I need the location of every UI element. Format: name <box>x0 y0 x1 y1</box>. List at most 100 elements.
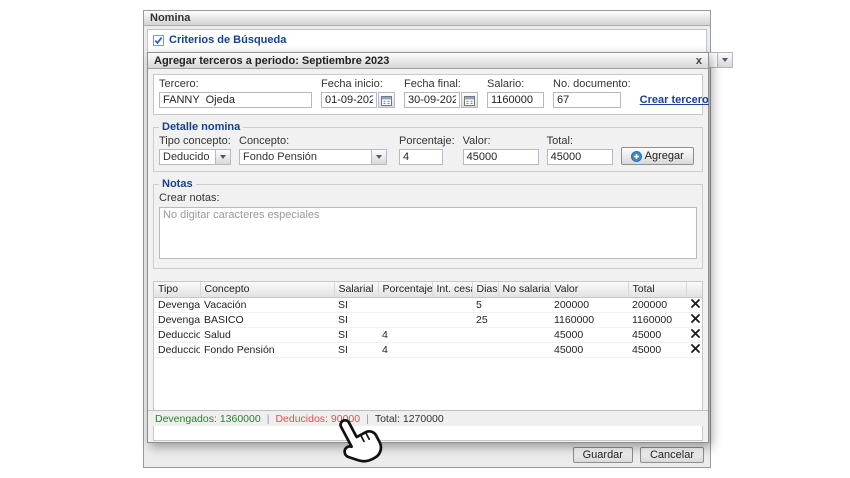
salario-input[interactable] <box>487 92 544 108</box>
agregar-button[interactable]: Agregar <box>621 147 694 165</box>
table-cell <box>378 297 432 312</box>
table-cell: 5 <box>472 297 498 312</box>
modal-title-bar: Agregar terceros a periodo: Septiembre 2… <box>148 53 708 69</box>
table-cell: SI <box>334 312 378 327</box>
table-cell: 200000 <box>628 297 686 312</box>
table-cell: Salud <box>200 327 334 342</box>
concepto-label: Concepto: <box>239 135 387 147</box>
table-cell: Vacación <box>200 297 334 312</box>
agregar-terceros-modal: Agregar terceros a periodo: Septiembre 2… <box>147 52 709 443</box>
crear-tercero-link[interactable]: Crear tercero <box>640 94 709 106</box>
notas-textarea[interactable] <box>159 207 697 259</box>
guardar-button[interactable]: Guardar <box>573 447 633 463</box>
column-header[interactable]: Total <box>628 282 686 297</box>
column-header[interactable]: Porcentaje <box>378 282 432 297</box>
table-cell: SI <box>334 297 378 312</box>
table-cell <box>432 297 472 312</box>
close-icon[interactable]: x <box>696 56 702 66</box>
detalle-row: Tipo concepto: Deducido Concepto: Fondo … <box>159 135 697 165</box>
tipo-concepto-value: Deducido <box>160 150 215 164</box>
table-cell <box>432 342 472 357</box>
table-cell: 4 <box>378 342 432 357</box>
add-icon <box>631 151 642 162</box>
fecha-inicio-input[interactable] <box>321 92 377 108</box>
tipo-concepto-select[interactable]: Deducido <box>159 149 231 165</box>
table-cell: 25 <box>472 312 498 327</box>
documento-field: No. documento: <box>553 78 631 108</box>
window-footer: Guardar Cancelar <box>573 447 704 463</box>
column-header[interactable]: Int. cesanti... <box>432 282 472 297</box>
column-header[interactable]: Salarial <box>334 282 378 297</box>
chevron-down-icon[interactable] <box>215 150 230 164</box>
delete-column-header <box>686 282 703 297</box>
delete-row-icon[interactable] <box>691 329 700 340</box>
fecha-final-input[interactable] <box>404 92 460 108</box>
table-cell: SI <box>334 342 378 357</box>
calendar-icon[interactable] <box>378 92 395 108</box>
table-cell: SI <box>334 327 378 342</box>
window-title-bar: Nomina <box>144 11 710 26</box>
page: Nomina Criterios de Búsqueda Sucursal:Pe… <box>0 0 850 478</box>
delete-row-icon[interactable] <box>691 314 700 325</box>
cancelar-button[interactable]: Cancelar <box>640 447 704 463</box>
valor-label: Valor: <box>463 135 539 147</box>
notas-fieldset: Notas Crear notas: <box>153 178 703 269</box>
table-cell <box>472 327 498 342</box>
table-cell <box>432 312 472 327</box>
column-header[interactable]: Dias <box>472 282 498 297</box>
notas-title: Notas <box>159 178 196 190</box>
table-cell: 4 <box>378 327 432 342</box>
concepto-field: Concepto: Fondo Pensión <box>239 135 387 165</box>
table-cell <box>498 342 550 357</box>
table-row[interactable]: DevengadoVacaciónSI 5 200000200000 <box>154 297 703 312</box>
table-cell: Devengado <box>154 312 200 327</box>
separator: | <box>267 413 270 425</box>
criterios-checkbox[interactable] <box>153 35 164 46</box>
column-header[interactable]: No salarial <box>498 282 550 297</box>
porcentaje-input[interactable] <box>399 149 443 165</box>
calendar-icon[interactable] <box>461 92 478 108</box>
criterios-title: Criterios de Búsqueda <box>169 34 286 46</box>
table-cell: 200000 <box>550 297 628 312</box>
summary-total: Total: 1270000 <box>375 413 444 425</box>
detalle-title: Detalle nomina <box>159 121 243 133</box>
table-cell <box>498 312 550 327</box>
grid-header-row: TipoConceptoSalarialPorcentajeInt. cesan… <box>154 282 703 297</box>
table-cell <box>498 327 550 342</box>
delete-row-icon[interactable] <box>691 299 700 310</box>
fecha-final-field: Fecha final: <box>404 78 478 108</box>
concepto-select[interactable]: Fondo Pensión <box>239 149 387 165</box>
chevron-down-icon[interactable] <box>717 53 732 67</box>
summary-bar: Devengados: 1360000 | Deducidos: 90000 |… <box>148 410 708 426</box>
fecha-inicio-field: Fecha inicio: <box>321 78 395 108</box>
tercero-input[interactable] <box>159 92 312 108</box>
table-row[interactable]: DeduccionSaludSI44500045000 <box>154 327 703 342</box>
tipo-concepto-label: Tipo concepto: <box>159 135 231 147</box>
table-cell <box>472 342 498 357</box>
table-row[interactable]: DeduccionFondo PensiónSI44500045000 <box>154 342 703 357</box>
valor-input[interactable] <box>463 149 539 165</box>
documento-input[interactable] <box>553 92 621 108</box>
documento-label: No. documento: <box>553 78 631 90</box>
tercero-field: Tercero: <box>159 78 312 108</box>
column-header[interactable]: Tipo <box>154 282 200 297</box>
total-field: Total: <box>547 135 613 165</box>
detalle-fieldset: Detalle nomina Tipo concepto: Deducido C… <box>153 121 703 172</box>
column-header[interactable]: Concepto <box>200 282 334 297</box>
table-cell <box>498 297 550 312</box>
table-cell: BASICO <box>200 312 334 327</box>
total-input[interactable] <box>547 149 613 165</box>
table-row[interactable]: DevengadoBASICOSI2511600001160000 <box>154 312 703 327</box>
table-cell: Devengado <box>154 297 200 312</box>
check-icon <box>154 36 163 45</box>
table-cell: 45000 <box>628 327 686 342</box>
table-cell: Fondo Pensión <box>200 342 334 357</box>
porcentaje-label: Porcentaje: <box>399 135 455 147</box>
salario-field: Salario: <box>487 78 544 108</box>
chevron-down-icon[interactable] <box>371 150 386 164</box>
delete-row-icon[interactable] <box>691 344 700 355</box>
table-cell: Deduccion <box>154 342 200 357</box>
fecha-inicio-label: Fecha inicio: <box>321 78 395 90</box>
column-header[interactable]: Valor <box>550 282 628 297</box>
table-cell <box>432 327 472 342</box>
